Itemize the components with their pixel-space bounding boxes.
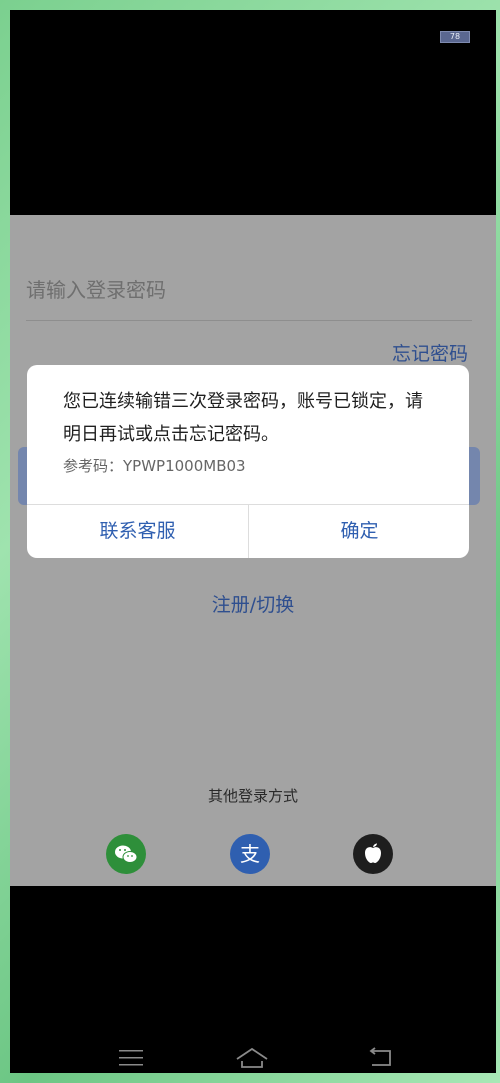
back-icon[interactable]	[366, 1047, 394, 1073]
device-frame: 78 请输入登录密码 忘记密码 注册/切换 其他登录方式 支 您已连续输错三次登…	[0, 0, 500, 1083]
reference-code: 参考码：YPWP1000MB03	[63, 457, 246, 475]
dialog-message: 您已连续输错三次登录密码，账号已锁定，请明日再试或点击忘记密码。	[63, 391, 423, 445]
phone-screen: 78 请输入登录密码 忘记密码 注册/切换 其他登录方式 支 您已连续输错三次登…	[10, 10, 496, 1073]
forgot-password-link[interactable]: 忘记密码	[392, 339, 468, 366]
account-locked-dialog: 您已连续输错三次登录密码，账号已锁定，请明日再试或点击忘记密码。 参考码：YPW…	[27, 365, 469, 558]
login-button-right-edge[interactable]	[468, 447, 480, 505]
home-icon[interactable]	[235, 1047, 269, 1073]
password-field[interactable]: 请输入登录密码	[26, 260, 472, 321]
confirm-button[interactable]: 确定	[249, 505, 469, 558]
other-login-title: 其他登录方式	[207, 787, 298, 805]
battery-indicator: 78	[440, 31, 470, 43]
svg-text:支: 支	[240, 842, 260, 866]
alipay-icon[interactable]: 支	[230, 834, 270, 874]
status-bar: 78	[10, 10, 496, 43]
contact-support-button[interactable]: 联系客服	[27, 505, 248, 558]
apple-icon[interactable]	[353, 834, 393, 874]
register-switch-link[interactable]: 注册/切换	[10, 590, 496, 617]
wechat-icon[interactable]	[106, 834, 146, 874]
system-navigation-bar	[10, 1043, 496, 1073]
menu-icon[interactable]	[118, 1047, 144, 1073]
